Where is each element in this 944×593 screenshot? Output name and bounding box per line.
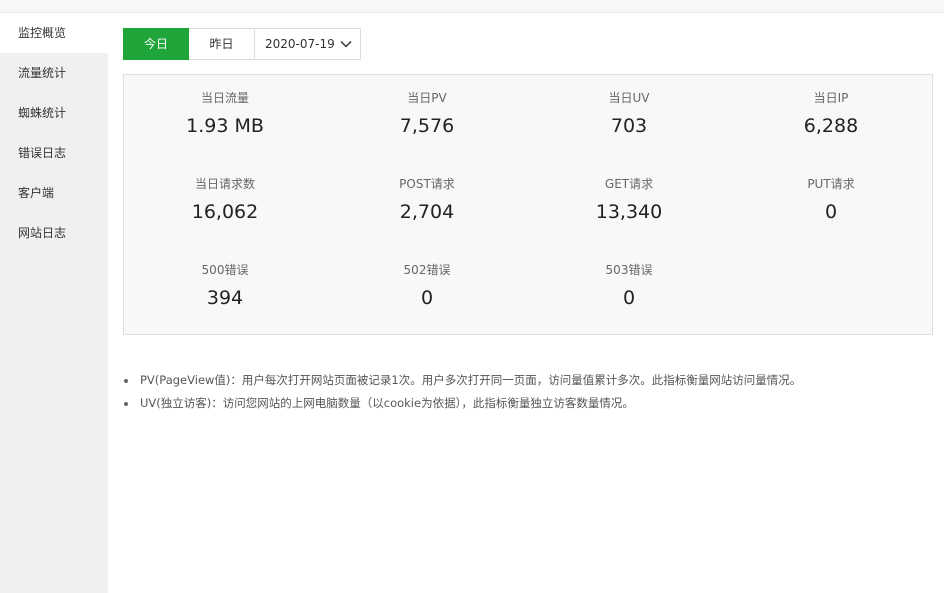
stat-label: 502错误 <box>403 263 451 277</box>
stat-value: 703 <box>610 115 648 137</box>
stat-label: 当日PV <box>407 91 447 105</box>
sidebar-item-overview[interactable]: 监控概览 <box>0 13 108 53</box>
stat-value: 6,288 <box>803 115 859 137</box>
sidebar-item-traffic[interactable]: 流量统计 <box>0 53 108 93</box>
stat-label: GET请求 <box>604 177 654 191</box>
stat-label: POST请求 <box>399 177 455 191</box>
stat-label: 当日IP <box>813 91 849 105</box>
stat-day-pv: 当日PV 7,576 <box>327 90 527 138</box>
stat-value: 394 <box>206 287 244 309</box>
stat-day-uv: 当日UV 703 <box>529 90 729 138</box>
stat-value: 0 <box>420 287 434 309</box>
note-uv: UV(独立访客)：访问您网站的上网电脑数量（以cookie为依据），此指标衡量独… <box>123 392 923 415</box>
stat-value: 0 <box>824 201 838 223</box>
date-select[interactable]: 2020-07-19 <box>255 28 361 60</box>
note-pv: PV(PageView值)：用户每次打开网站页面被记录1次。用户多次打开同一页面… <box>123 369 923 392</box>
today-button[interactable]: 今日 <box>123 28 189 60</box>
stat-get-requests: GET请求 13,340 <box>529 176 729 224</box>
date-select-value: 2020-07-19 <box>265 37 335 51</box>
stat-value: 16,062 <box>191 201 259 223</box>
stat-value: 7,576 <box>399 115 455 137</box>
stat-label: 当日请求数 <box>194 177 255 191</box>
stat-value: 13,340 <box>595 201 663 223</box>
stat-day-traffic: 当日流量 1.93 MB <box>125 90 325 138</box>
stat-error-502: 502错误 0 <box>327 262 527 310</box>
sidebar-item-spider[interactable]: 蜘蛛统计 <box>0 93 108 133</box>
stat-day-requests: 当日请求数 16,062 <box>125 176 325 224</box>
date-filter-bar: 今日 昨日 2020-07-19 <box>123 28 361 60</box>
stat-label: 500错误 <box>201 263 249 277</box>
chevron-down-icon <box>340 40 352 48</box>
stat-label: 当日流量 <box>200 91 249 105</box>
sidebar-item-client[interactable]: 客户端 <box>0 173 108 213</box>
stat-error-503: 503错误 0 <box>529 262 729 310</box>
stat-label: 当日UV <box>608 91 650 105</box>
help-notes: PV(PageView值)：用户每次打开网站页面被记录1次。用户多次打开同一页面… <box>123 369 923 415</box>
sidebar-item-site-log[interactable]: 网站日志 <box>0 213 108 253</box>
stat-value: 2,704 <box>399 201 455 223</box>
top-bar <box>0 0 944 13</box>
sidebar: 监控概览 流量统计 蜘蛛统计 错误日志 客户端 网站日志 <box>0 13 108 593</box>
stat-post-requests: POST请求 2,704 <box>327 176 527 224</box>
stat-value: 1.93 MB <box>186 115 264 137</box>
stat-label: PUT请求 <box>807 177 855 191</box>
stat-day-ip: 当日IP 6,288 <box>731 90 931 138</box>
stat-label: 503错误 <box>605 263 653 277</box>
main-panel: 今日 昨日 2020-07-19 当日流量 1.93 MB 当日PV 7,576… <box>108 13 944 593</box>
stat-value: 0 <box>622 287 636 309</box>
yesterday-button[interactable]: 昨日 <box>189 28 255 60</box>
stat-put-requests: PUT请求 0 <box>731 176 931 224</box>
stat-error-500: 500错误 394 <box>125 262 325 310</box>
sidebar-item-error-log[interactable]: 错误日志 <box>0 133 108 173</box>
stats-panel: 当日流量 1.93 MB 当日PV 7,576 当日UV 703 当日IP 6,… <box>123 74 933 335</box>
